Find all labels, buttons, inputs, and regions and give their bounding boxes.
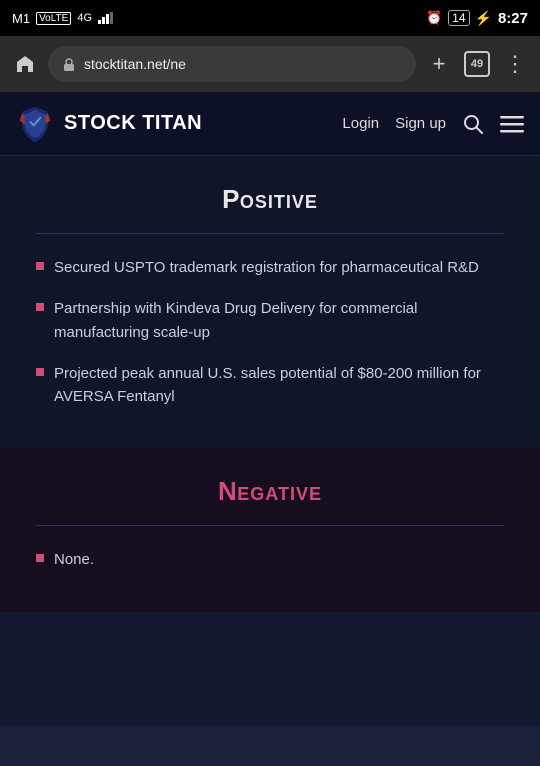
positive-item-1: Secured USPTO trademark registration for… (54, 256, 479, 279)
signal-bars-icon (98, 12, 114, 24)
bullet-icon (36, 262, 44, 270)
negative-section: Negative None. (0, 448, 540, 611)
carrier-label: M1 (12, 11, 30, 26)
logo-area: STOCK TITAN (16, 105, 202, 143)
home-button[interactable] (10, 49, 40, 79)
browser-menu-button[interactable]: ⋮ (500, 49, 530, 79)
list-item: Projected peak annual U.S. sales potenti… (36, 362, 504, 409)
negative-title: Negative (36, 476, 504, 507)
negative-bullet-list: None. (36, 548, 504, 571)
signup-link[interactable]: Sign up (395, 115, 446, 132)
bullet-icon (36, 368, 44, 376)
main-content: Positive Secured USPTO trademark registr… (0, 156, 540, 726)
nav-area: Login Sign up (342, 113, 524, 135)
bullet-icon (36, 303, 44, 311)
positive-item-2: Partnership with Kindeva Drug Delivery f… (54, 297, 504, 344)
positive-divider (36, 233, 504, 234)
add-tab-button[interactable]: + (424, 49, 454, 79)
network-type: 4G (77, 12, 92, 24)
status-left: M1 VoLTE 4G (12, 11, 114, 26)
volte-label: VoLTE (36, 12, 71, 25)
url-security-icon (60, 55, 78, 73)
tabs-count-badge: 49 (464, 51, 490, 77)
negative-item-1: None. (54, 548, 94, 571)
positive-item-3: Projected peak annual U.S. sales potenti… (54, 362, 504, 409)
battery-level-label: 14 (448, 10, 469, 26)
logo-shield-icon (16, 105, 54, 143)
positive-bullet-list: Secured USPTO trademark registration for… (36, 256, 504, 408)
bullet-icon (36, 554, 44, 562)
negative-divider (36, 525, 504, 526)
logo-text: STOCK TITAN (64, 112, 202, 135)
status-right: ⏰ 14 ⚡ 8:27 (426, 10, 528, 27)
list-item: Partnership with Kindeva Drug Delivery f… (36, 297, 504, 344)
hamburger-menu-button[interactable] (500, 113, 524, 135)
status-bar: M1 VoLTE 4G ⏰ 14 ⚡ 8:27 (0, 0, 540, 36)
positive-section: Positive Secured USPTO trademark registr… (0, 156, 540, 448)
time-label: 8:27 (498, 10, 528, 27)
login-link[interactable]: Login (342, 115, 379, 132)
tabs-button[interactable]: 49 (462, 49, 492, 79)
site-header: STOCK TITAN Login Sign up (0, 92, 540, 156)
positive-title: Positive (36, 184, 504, 215)
search-button[interactable] (462, 113, 484, 135)
alarm-icon: ⏰ (426, 10, 442, 26)
list-item: None. (36, 548, 504, 571)
browser-bar: stocktitan.net/ne + 49 ⋮ (0, 36, 540, 92)
charging-icon: ⚡ (475, 10, 492, 27)
list-item: Secured USPTO trademark registration for… (36, 256, 504, 279)
url-bar[interactable]: stocktitan.net/ne (48, 46, 416, 82)
url-text: stocktitan.net/ne (84, 56, 404, 72)
